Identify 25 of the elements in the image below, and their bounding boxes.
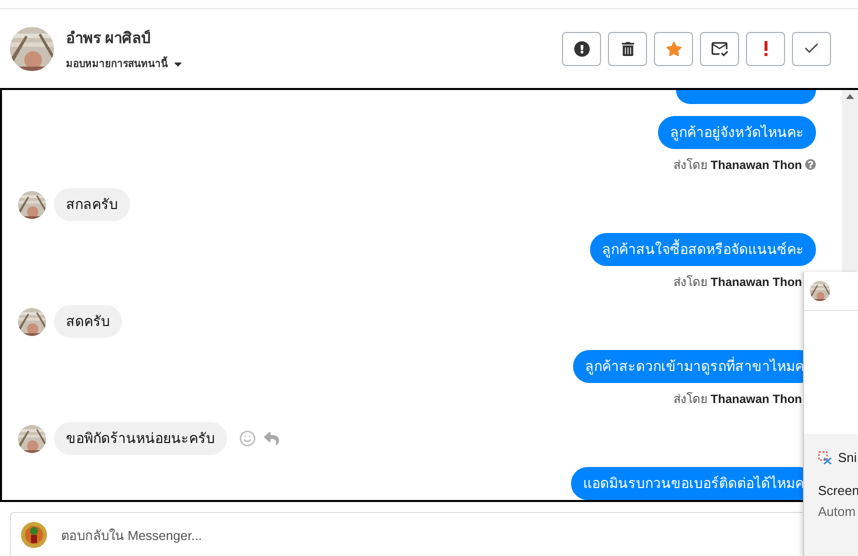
- scroll-up-icon[interactable]: [846, 94, 854, 99]
- notification-text: Screen: [818, 483, 858, 498]
- sender-label: ส่งโดย Thanawan Thon: [673, 274, 802, 291]
- message-bubble: ขอพิกัดร้านหน่อยนะครับ: [54, 422, 227, 455]
- message-bubble: สกลครับ: [54, 188, 130, 221]
- logo-icon: [21, 522, 47, 548]
- toolbar-button[interactable]: [700, 32, 739, 66]
- message-bubble: สดครับ: [54, 305, 122, 338]
- toolbar-button[interactable]: [608, 32, 647, 66]
- notification-text: Autom: [818, 504, 857, 519]
- toolbar-button[interactable]: [562, 32, 601, 66]
- scissors-icon: [818, 450, 832, 464]
- sender-label: ส่งโดย Thanawan Thon: [673, 391, 802, 408]
- message-bubble: ลูกค้าอยู่จังหวัดไหนคะ: [658, 116, 816, 149]
- app-name: Sni: [838, 450, 857, 465]
- exclamation-icon: [764, 41, 768, 56]
- help-icon[interactable]: [805, 159, 816, 170]
- envelope-icon: [710, 39, 729, 58]
- alert-icon: [574, 40, 590, 56]
- message-bubble: ลูกค้าสนใจซื้อสดหรือจัดแนนซ์คะ: [590, 233, 816, 266]
- star-icon: [666, 40, 682, 56]
- trash-icon: [620, 42, 634, 56]
- assign-link[interactable]: มอบหมายการสนทนานี้: [66, 56, 168, 71]
- sender-label: ส่งโดย Thanawan Thon: [673, 157, 802, 174]
- contact-name: อำพร ผาศิลป์: [66, 28, 152, 49]
